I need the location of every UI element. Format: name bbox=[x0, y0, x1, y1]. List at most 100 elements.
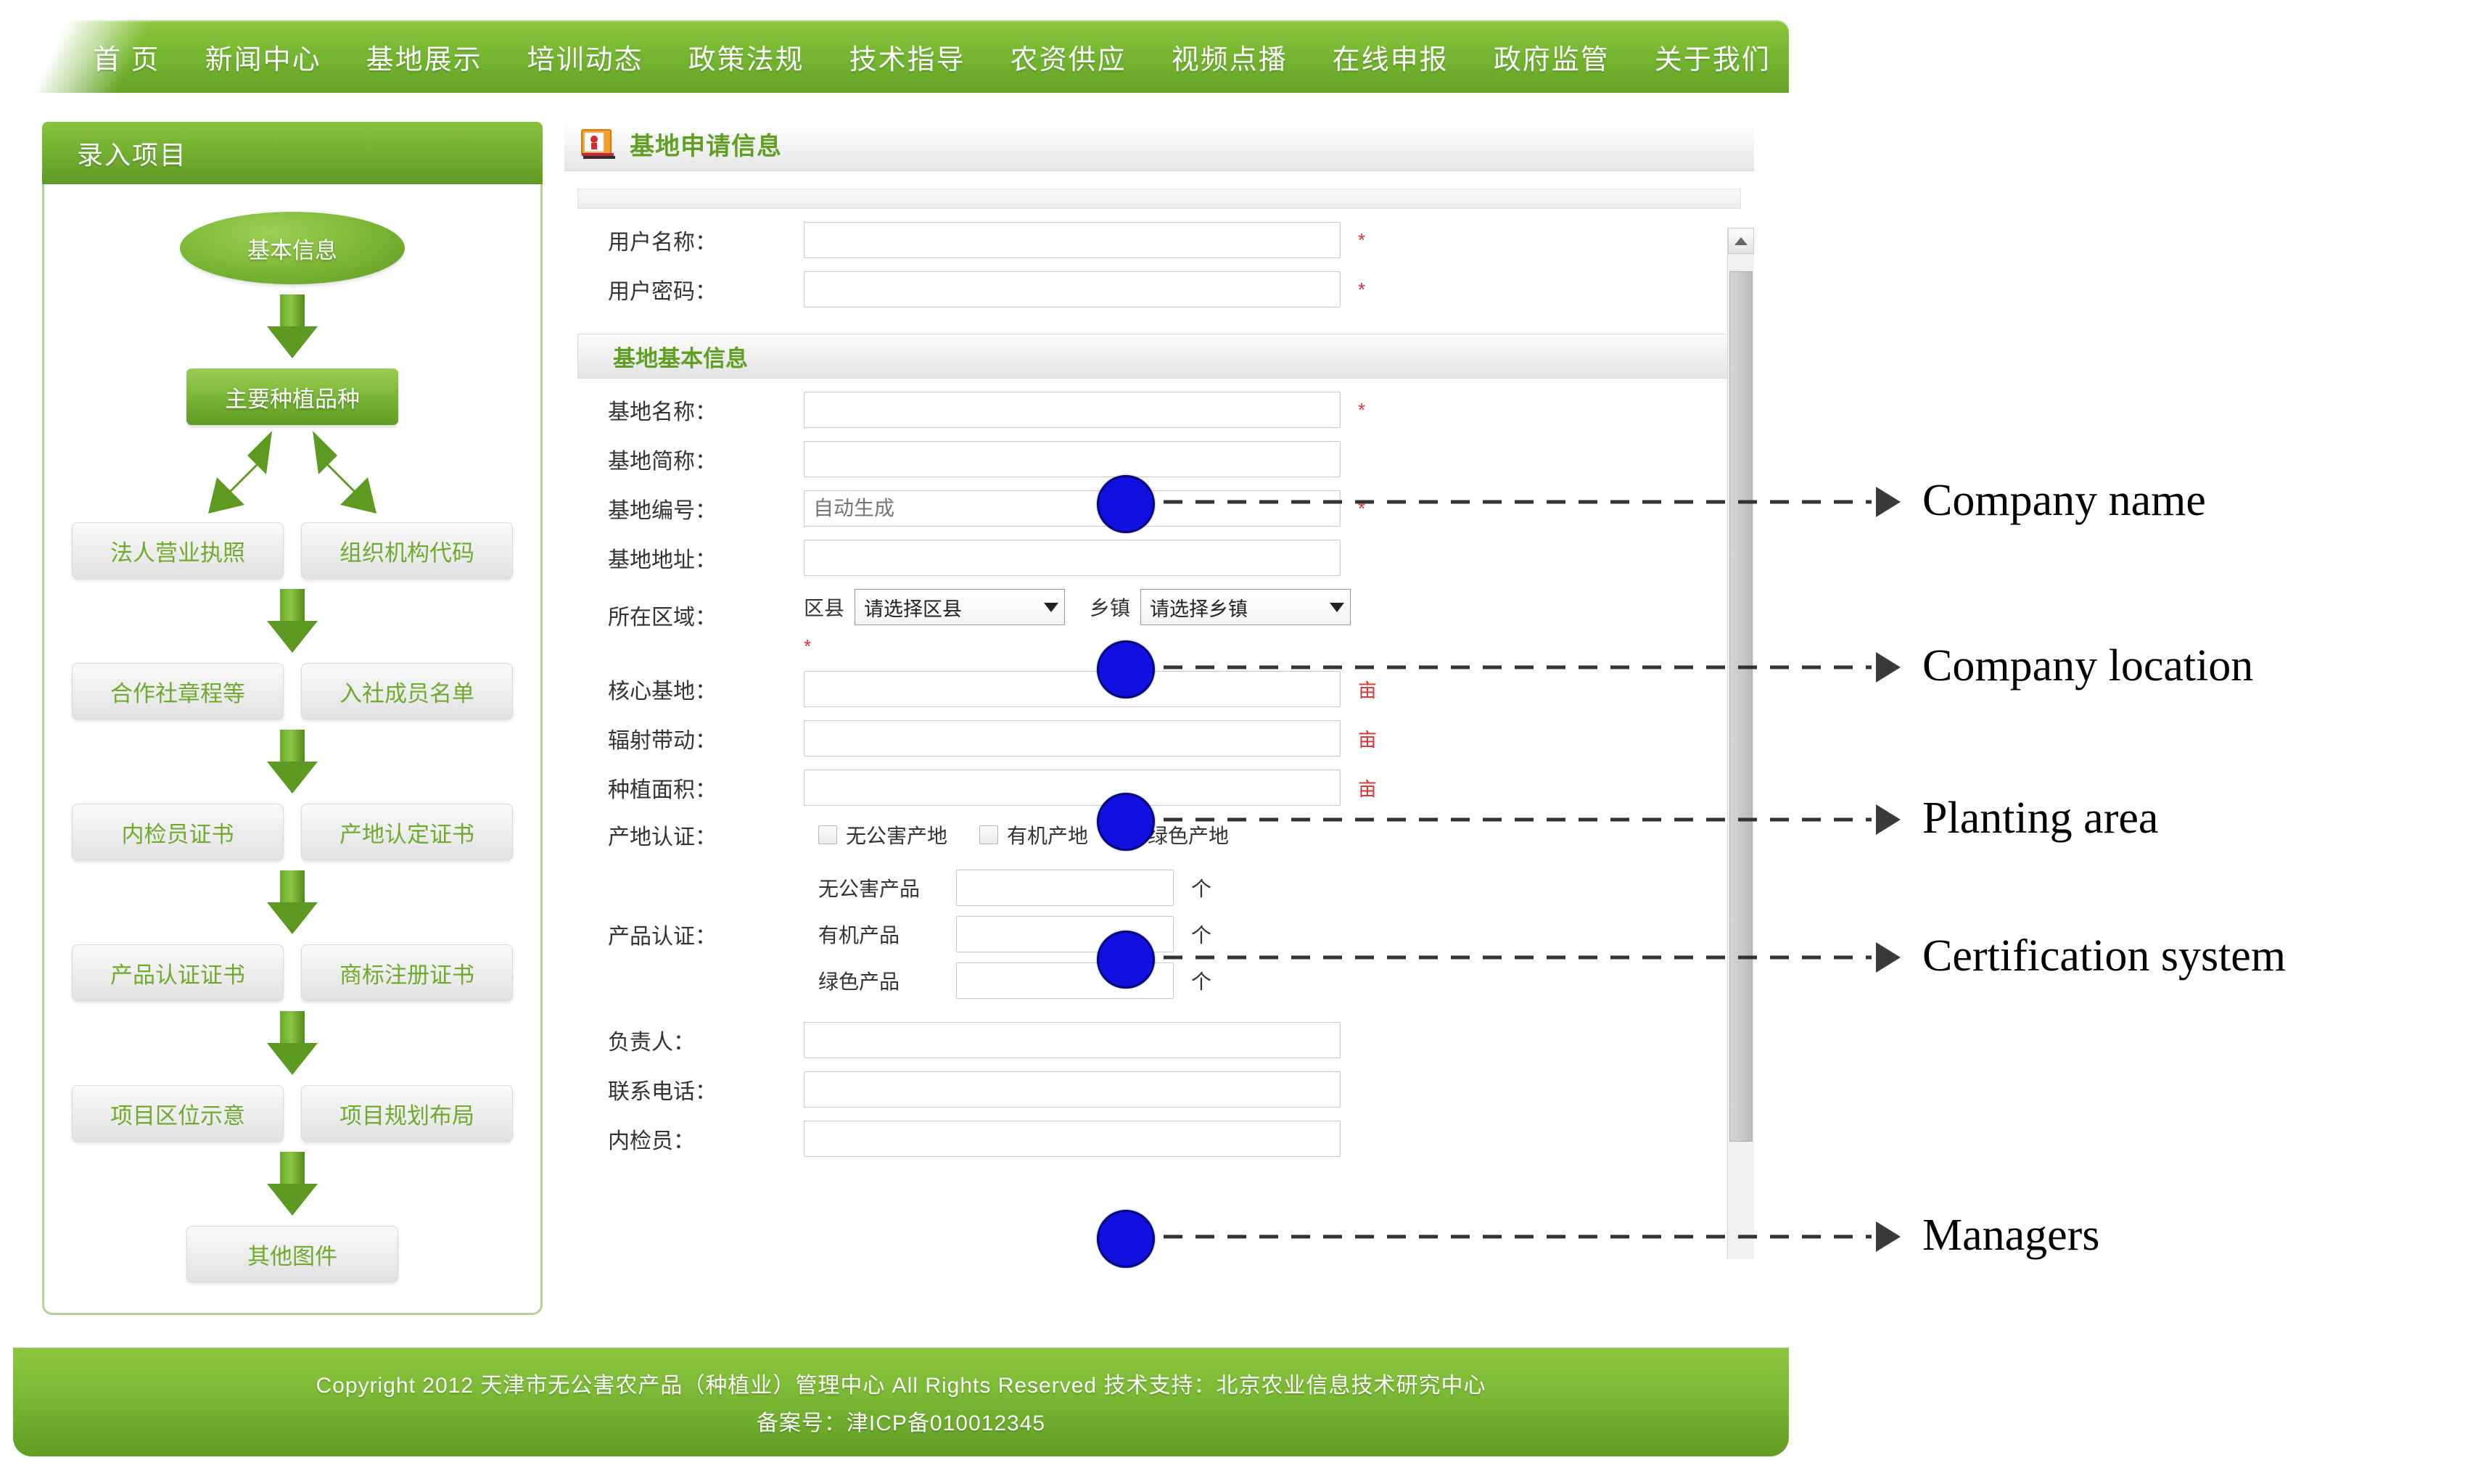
nav-item-news-center[interactable]: 新闻中心 bbox=[205, 37, 321, 77]
form-top-strip bbox=[577, 189, 1741, 209]
nav-item-about-us[interactable]: 关于我们 bbox=[1655, 37, 1771, 77]
nav-item-online-application[interactable]: 在线申报 bbox=[1333, 37, 1449, 77]
flow-node-coop-charter[interactable]: 合作社章程等 bbox=[72, 663, 284, 720]
nav-item-government-supervision[interactable]: 政府监管 bbox=[1494, 37, 1610, 77]
nav-item-training-news[interactable]: 培训动态 bbox=[527, 37, 643, 77]
page-title: 基地申请信息 bbox=[630, 133, 782, 160]
district-select-value: 请选择区县 bbox=[864, 598, 963, 620]
field-row-base-name: 基地名称： * bbox=[564, 392, 1754, 428]
footer-icp: 备案号：津ICP备010012345 bbox=[756, 1411, 1046, 1435]
checkbox-icon-pollution-free[interactable] bbox=[818, 825, 837, 844]
checkbox-label-green: 绿色产地 bbox=[1148, 825, 1230, 847]
password-required-mark: * bbox=[1358, 278, 1366, 300]
password-input[interactable] bbox=[804, 271, 1341, 308]
password-label: 用户密码： bbox=[608, 280, 717, 304]
planting-area-unit: 亩 bbox=[1358, 778, 1378, 800]
checkbox-item-organic-origin[interactable]: 有机产地 bbox=[979, 820, 1088, 849]
region-required-mark: * bbox=[804, 635, 812, 657]
field-row-origin-cert: 产地认证： 无公害产地 有机产地 绿色产地 bbox=[564, 819, 1754, 851]
chevron-up-icon bbox=[1734, 236, 1748, 245]
field-row-inspector: 内检员： bbox=[564, 1121, 1754, 1157]
form-scrollbar[interactable] bbox=[1727, 228, 1754, 1259]
field-row-base-short-name: 基地简称： bbox=[564, 441, 1754, 477]
field-row-region: 所在区域： 区县 请选择区县 乡镇 请选择乡镇 * bbox=[564, 589, 1754, 658]
field-row-planting-area: 种植面积： 亩 bbox=[564, 770, 1754, 806]
scrollbar-thumb[interactable] bbox=[1729, 271, 1753, 1142]
flow-node-basic-info[interactable]: 基本信息 bbox=[180, 212, 405, 284]
flow-node-inspector-cert[interactable]: 内检员证书 bbox=[72, 804, 284, 860]
manager-input[interactable] bbox=[804, 1022, 1341, 1058]
checkbox-item-pollution-free-origin[interactable]: 无公害产地 bbox=[818, 820, 947, 849]
flow-node-project-layout[interactable]: 项目规划布局 bbox=[301, 1085, 513, 1142]
flow-node-main-crop-varieties[interactable]: 主要种植品种 bbox=[186, 368, 398, 425]
product-cert-name-green: 绿色产品 bbox=[818, 970, 900, 993]
phone-label: 联系电话： bbox=[608, 1080, 717, 1104]
field-row-base-code: 基地编号： * bbox=[564, 490, 1754, 527]
flow-node-trademark-cert[interactable]: 商标注册证书 bbox=[301, 944, 513, 1001]
phone-input[interactable] bbox=[804, 1071, 1341, 1108]
origin-cert-label: 产地认证： bbox=[608, 825, 717, 849]
planting-area-label: 种植面积： bbox=[608, 778, 717, 802]
base-address-input[interactable] bbox=[804, 540, 1341, 576]
flow-arrow-down-icon-3 bbox=[267, 730, 318, 793]
nav-item-policy-regulations[interactable]: 政策法规 bbox=[688, 37, 804, 77]
core-base-input[interactable] bbox=[804, 671, 1341, 707]
product-cert-count-organic[interactable] bbox=[956, 916, 1174, 952]
page-footer: Copyright 2012 天津市无公害农产品（种植业）管理中心 All Ri… bbox=[13, 1348, 1789, 1456]
annotation-arrow-icon-4 bbox=[1876, 942, 1901, 973]
annotation-label-planting-area: Planting area bbox=[1922, 793, 2159, 843]
flow-row-inspection: 内检员证书 产地认定证书 bbox=[72, 804, 513, 860]
product-cert-count-green[interactable] bbox=[956, 962, 1174, 999]
footer-copyright: Copyright 2012 天津市无公害农产品（种植业）管理中心 All Ri… bbox=[316, 1374, 1486, 1398]
flow-node-origin-cert[interactable]: 产地认定证书 bbox=[301, 804, 513, 860]
nav-item-agri-supply[interactable]: 农资供应 bbox=[1011, 37, 1127, 77]
base-address-label: 基地地址： bbox=[608, 548, 717, 572]
flow-arrow-down-icon-6 bbox=[267, 1152, 318, 1216]
checkbox-icon-green[interactable] bbox=[1120, 825, 1140, 844]
annotation-label-company-location: Company location bbox=[1922, 641, 2254, 691]
township-select-value: 请选择乡镇 bbox=[1150, 598, 1248, 620]
product-cert-count-pollution-free[interactable] bbox=[956, 870, 1174, 906]
radiate-input[interactable] bbox=[804, 720, 1341, 757]
flow-node-product-cert[interactable]: 产品认证证书 bbox=[72, 944, 284, 1001]
main-content-panel: 基地申请信息 用户名称： * 用户密码： * 基地基本信息 基地名称： * 基地… bbox=[564, 118, 1754, 1271]
sidebar-flowchart: 基本信息 主要种植品种 法人营业执照 组织机构代码 合作社章程等 入社成员名单 … bbox=[42, 184, 543, 1315]
flow-node-member-list[interactable]: 入社成员名单 bbox=[301, 663, 513, 720]
annotation-arrow-icon-2 bbox=[1876, 652, 1901, 683]
product-cert-unit-organic: 个 bbox=[1191, 924, 1212, 947]
sidebar: 录入项目 基本信息 主要种植品种 法人营业执照 组织机构代码 合作社章程等 入社… bbox=[42, 122, 543, 1315]
radiate-label: 辐射带动： bbox=[608, 729, 717, 753]
flow-node-org-code[interactable]: 组织机构代码 bbox=[301, 522, 513, 579]
planting-area-input[interactable] bbox=[804, 770, 1341, 806]
nav-item-home[interactable]: 首 页 bbox=[93, 37, 160, 77]
scroll-up-button[interactable] bbox=[1728, 228, 1754, 254]
flow-node-other-attachments[interactable]: 其他图件 bbox=[186, 1226, 398, 1282]
base-code-label: 基地编号： bbox=[608, 499, 717, 523]
base-code-required-mark: * bbox=[1358, 497, 1366, 519]
field-row-username: 用户名称： * bbox=[564, 222, 1754, 258]
nav-item-base-showcase[interactable]: 基地展示 bbox=[366, 37, 482, 77]
field-row-core-base: 核心基地： 亩 bbox=[564, 671, 1754, 707]
checkbox-icon-organic[interactable] bbox=[979, 825, 999, 844]
radiate-unit: 亩 bbox=[1358, 728, 1378, 751]
checkbox-item-green-origin[interactable]: 绿色产地 bbox=[1120, 820, 1229, 849]
flow-node-business-license[interactable]: 法人营业执照 bbox=[72, 522, 284, 579]
main-navigation: 首 页 新闻中心 基地展示 培训动态 政策法规 技术指导 农资供应 视频点播 在… bbox=[13, 20, 1789, 93]
base-name-input[interactable] bbox=[804, 392, 1341, 428]
nav-item-video-on-demand[interactable]: 视频点播 bbox=[1172, 37, 1288, 77]
base-name-required-mark: * bbox=[1358, 398, 1366, 421]
inspector-input[interactable] bbox=[804, 1121, 1341, 1157]
chevron-down-icon bbox=[1044, 602, 1059, 612]
product-cert-name-organic: 有机产品 bbox=[818, 924, 900, 947]
district-select[interactable]: 请选择区县 bbox=[855, 589, 1066, 625]
base-short-name-input[interactable] bbox=[804, 441, 1341, 477]
username-input[interactable] bbox=[804, 222, 1341, 258]
flow-row-layout: 项目区位示意 项目规划布局 bbox=[72, 1085, 513, 1142]
annotation-arrow-icon-5 bbox=[1876, 1221, 1901, 1252]
township-select[interactable]: 请选择乡镇 bbox=[1140, 589, 1351, 625]
nav-item-technical-guidance[interactable]: 技术指导 bbox=[849, 37, 966, 77]
application-window: 首 页 新闻中心 基地展示 培训动态 政策法规 技术指导 农资供应 视频点播 在… bbox=[0, 0, 1799, 1484]
annotation-label-managers: Managers bbox=[1922, 1211, 2100, 1260]
base-code-input[interactable] bbox=[804, 490, 1341, 527]
flow-node-location-map[interactable]: 项目区位示意 bbox=[72, 1085, 284, 1142]
